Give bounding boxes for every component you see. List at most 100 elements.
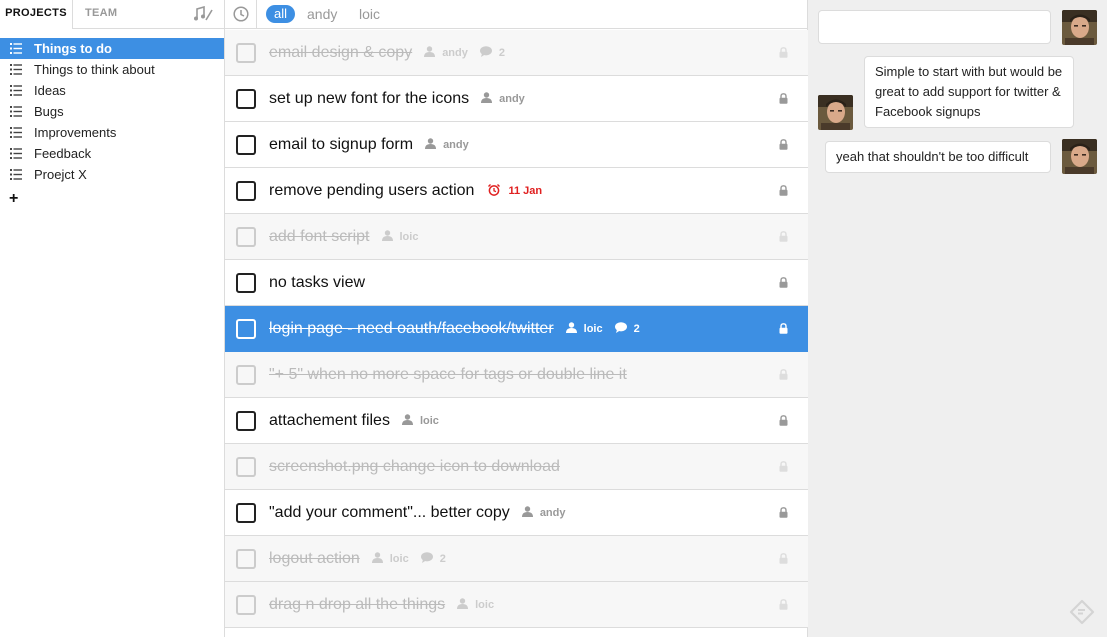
comment-bubble-icon: [614, 322, 627, 333]
sidebar-item-project[interactable]: Ideas: [0, 80, 224, 101]
task-checkbox[interactable]: [236, 273, 256, 293]
task-content: add font script loic: [269, 214, 418, 260]
task-content: logout action loic 2: [269, 536, 446, 582]
avatar: [818, 95, 853, 130]
sidebar-item-project[interactable]: Things to do: [0, 38, 224, 59]
task-list-panel: all andy loic email design & copy andy 2 se…: [225, 0, 808, 637]
task-row[interactable]: no tasks view: [225, 260, 808, 306]
header-divider: [256, 0, 257, 29]
task-title: attachement files: [269, 412, 390, 429]
comment-count[interactable]: 2: [614, 306, 640, 352]
lock-icon[interactable]: [779, 323, 788, 334]
lock-icon[interactable]: [779, 553, 788, 564]
filter-andy[interactable]: andy: [307, 5, 337, 23]
task-content: "+ 5" when no more space for tags or dou…: [269, 352, 627, 398]
comment-count[interactable]: 2: [479, 30, 505, 76]
task-row[interactable]: drag n drop all the things loic: [225, 582, 808, 628]
lock-icon[interactable]: [779, 47, 788, 58]
lock-icon[interactable]: [779, 277, 788, 288]
alarm-clock-icon: [488, 184, 501, 196]
task-content: email design & copy andy 2: [269, 30, 505, 76]
lock-icon[interactable]: [779, 369, 788, 380]
feedback-icon[interactable]: [1069, 599, 1095, 625]
list-icon: [10, 148, 22, 159]
comment-count[interactable]: 2: [420, 536, 446, 582]
sidebar-item-label: Proejct X: [34, 167, 87, 182]
task-row[interactable]: email design & copy andy 2: [225, 30, 808, 76]
lock-icon[interactable]: [779, 599, 788, 610]
task-checkbox[interactable]: [236, 181, 256, 201]
task-checkbox[interactable]: [236, 227, 256, 247]
person-icon: [521, 506, 533, 517]
tab-projects[interactable]: PROJECTS: [0, 0, 73, 29]
comment-count-value: 2: [633, 323, 640, 335]
filter-all[interactable]: all: [266, 5, 295, 23]
task-title: no tasks view: [269, 274, 366, 291]
sidebar-item-label: Ideas: [34, 83, 66, 98]
lock-icon[interactable]: [779, 507, 788, 518]
lock-icon[interactable]: [779, 185, 788, 196]
comment-count-value: 2: [439, 553, 446, 565]
task-title: add font script: [269, 228, 370, 245]
assignee[interactable]: andy: [481, 76, 525, 122]
assignee[interactable]: loic: [381, 214, 418, 260]
person-icon: [457, 598, 469, 609]
lock-icon[interactable]: [779, 415, 788, 426]
person-icon: [371, 552, 383, 563]
task-row[interactable]: email to signup form andy: [225, 122, 808, 168]
music-notes-icon[interactable]: [194, 6, 214, 22]
task-row[interactable]: remove pending users action 11 Jan: [225, 168, 808, 214]
comment-bubble-icon: [479, 46, 492, 57]
task-content: screenshot.png change icon to download: [269, 444, 560, 490]
task-title: "+ 5" when no more space for tags or dou…: [269, 366, 627, 383]
task-content: email to signup form andy: [269, 122, 469, 168]
assignee[interactable]: andy: [424, 30, 468, 76]
task-checkbox[interactable]: [236, 43, 256, 63]
sidebar-item-project[interactable]: Proejct X: [0, 164, 224, 185]
lock-icon[interactable]: [779, 93, 788, 104]
task-checkbox[interactable]: [236, 135, 256, 155]
assignee[interactable]: andy: [521, 490, 566, 536]
comment-input[interactable]: [818, 10, 1051, 44]
task-checkbox[interactable]: [236, 595, 256, 615]
lock-icon[interactable]: [779, 231, 788, 242]
task-row[interactable]: add font script loic: [225, 214, 808, 260]
list-icon: [10, 64, 22, 75]
sidebar-item-project[interactable]: Bugs: [0, 101, 224, 122]
clock-icon[interactable]: [233, 6, 249, 22]
task-checkbox[interactable]: [236, 89, 256, 109]
task-row[interactable]: "add your comment"... better copy andy: [225, 490, 808, 536]
sidebar-item-project[interactable]: Things to think about: [0, 59, 224, 80]
task-row[interactable]: login page - need oauth/facebook/twitter…: [225, 306, 808, 352]
sidebar-item-project[interactable]: Improvements: [0, 122, 224, 143]
sidebar-item-project[interactable]: Feedback: [0, 143, 224, 164]
lock-icon[interactable]: [779, 139, 788, 150]
filter-loic[interactable]: loic: [359, 5, 380, 23]
task-checkbox[interactable]: [236, 503, 256, 523]
list-icon: [10, 85, 22, 96]
assignee[interactable]: loic: [401, 398, 439, 444]
task-checkbox[interactable]: [236, 319, 256, 339]
assignee[interactable]: loic: [565, 306, 603, 352]
lock-icon[interactable]: [779, 461, 788, 472]
task-row[interactable]: "+ 5" when no more space for tags or dou…: [225, 352, 808, 398]
assignee[interactable]: andy: [425, 122, 469, 168]
assignee[interactable]: loic: [457, 582, 494, 628]
task-row[interactable]: logout action loic 2: [225, 536, 808, 582]
task-row[interactable]: screenshot.png change icon to download: [225, 444, 808, 490]
task-row[interactable]: attachement files loic: [225, 398, 808, 444]
add-project-button[interactable]: +: [9, 191, 21, 207]
assignee[interactable]: loic: [371, 536, 409, 582]
assignee-name: loic: [389, 553, 409, 565]
task-checkbox[interactable]: [236, 457, 256, 477]
task-title: logout action: [269, 550, 360, 567]
sidebar-tabs: PROJECTS TEAM: [0, 0, 224, 29]
person-icon: [481, 92, 493, 103]
task-checkbox[interactable]: [236, 549, 256, 569]
task-checkbox[interactable]: [236, 365, 256, 385]
tab-team[interactable]: TEAM: [85, 0, 117, 29]
avatar-photo: [818, 95, 853, 130]
sidebar-item-label: Feedback: [34, 146, 92, 161]
task-checkbox[interactable]: [236, 411, 256, 431]
task-row[interactable]: set up new font for the icons andy: [225, 76, 808, 122]
